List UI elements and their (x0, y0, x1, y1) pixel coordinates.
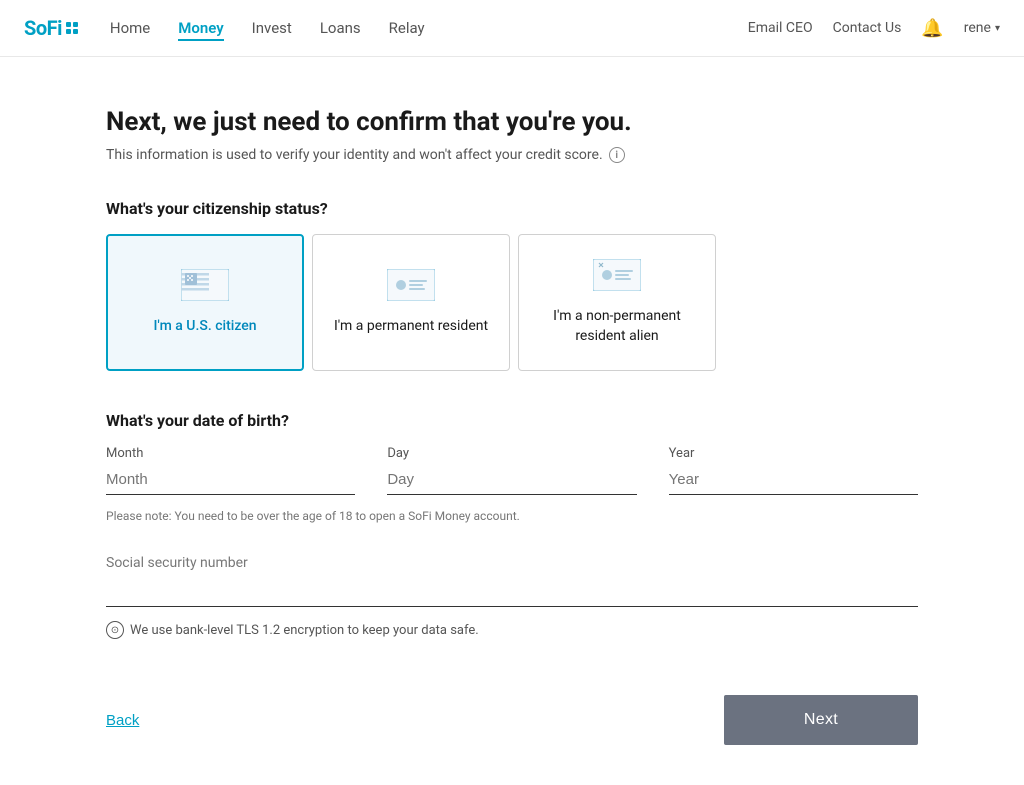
year-input[interactable] (669, 465, 918, 495)
navbar: SoFi Home Money Invest Loans Relay Email… (0, 0, 1024, 57)
next-button[interactable]: Next (724, 695, 918, 745)
notification-bell-icon[interactable]: 🔔 (921, 18, 943, 39)
non-permanent-label: I'm a non-permanent resident alien (539, 307, 695, 346)
logo-dot (66, 22, 71, 27)
nav-item-relay[interactable]: Relay (389, 19, 425, 37)
chevron-down-icon: ▾ (995, 23, 1000, 34)
nav-item-invest[interactable]: Invest (252, 19, 292, 37)
citizenship-options: I'm a U.S. citizen I'm a permanent resid… (106, 234, 918, 371)
ssn-label: Social security number (106, 555, 918, 571)
page-subtitle: This information is used to verify your … (106, 147, 918, 163)
dob-fields: Month Day Year (106, 446, 918, 495)
dob-section: What's your date of birth? Month Day Yea… (106, 411, 918, 523)
year-field-group: Year (669, 446, 918, 495)
nav-right: Email CEO Contact Us 🔔 rene ▾ (748, 18, 1000, 39)
dob-note: Please note: You need to be over the age… (106, 509, 918, 523)
permanent-resident-label: I'm a permanent resident (334, 317, 488, 337)
footer-buttons: Back Next (106, 675, 918, 745)
day-input[interactable] (387, 465, 636, 495)
citizenship-us-citizen[interactable]: I'm a U.S. citizen (106, 234, 304, 371)
lock-icon: ⊙ (106, 621, 124, 639)
back-button[interactable]: Back (106, 712, 139, 729)
day-label: Day (387, 446, 636, 461)
logo-dot (66, 29, 71, 34)
info-icon[interactable]: i (609, 147, 625, 163)
month-label: Month (106, 446, 355, 461)
citizenship-section: What's your citizenship status? (106, 199, 918, 371)
ssn-section: Social security number ⊙ We use bank-lev… (106, 555, 918, 639)
dob-question: What's your date of birth? (106, 411, 918, 430)
month-input[interactable] (106, 465, 355, 495)
email-ceo-link[interactable]: Email CEO (748, 20, 813, 36)
month-field-group: Month (106, 446, 355, 495)
user-menu[interactable]: rene ▾ (964, 20, 1000, 36)
us-flag-icon (181, 269, 229, 305)
us-citizen-label: I'm a U.S. citizen (153, 317, 256, 337)
nav-item-loans[interactable]: Loans (320, 19, 361, 37)
logo-dot (73, 29, 78, 34)
day-field-group: Day (387, 446, 636, 495)
ssn-input[interactable] (106, 577, 918, 607)
nav-item-home[interactable]: Home (110, 19, 150, 37)
citizenship-question: What's your citizenship status? (106, 199, 918, 218)
logo-text: SoFi (24, 16, 62, 40)
logo-dot (73, 22, 78, 27)
user-name: rene (964, 20, 991, 36)
citizenship-non-permanent-resident[interactable]: I'm a non-permanent resident alien (518, 234, 716, 371)
main-content: Next, we just need to confirm that you'r… (82, 57, 942, 785)
contact-us-link[interactable]: Contact Us (833, 20, 902, 36)
logo: SoFi (24, 16, 78, 40)
id-card-non-permanent-icon (593, 259, 641, 295)
citizenship-permanent-resident[interactable]: I'm a permanent resident (312, 234, 510, 371)
id-card-permanent-icon (387, 269, 435, 305)
nav-item-money[interactable]: Money (178, 19, 223, 37)
year-label: Year (669, 446, 918, 461)
logo-grid (66, 22, 78, 34)
nav-links: Home Money Invest Loans Relay (110, 19, 425, 37)
page-title: Next, we just need to confirm that you'r… (106, 107, 918, 137)
encryption-note: ⊙ We use bank-level TLS 1.2 encryption t… (106, 621, 918, 639)
